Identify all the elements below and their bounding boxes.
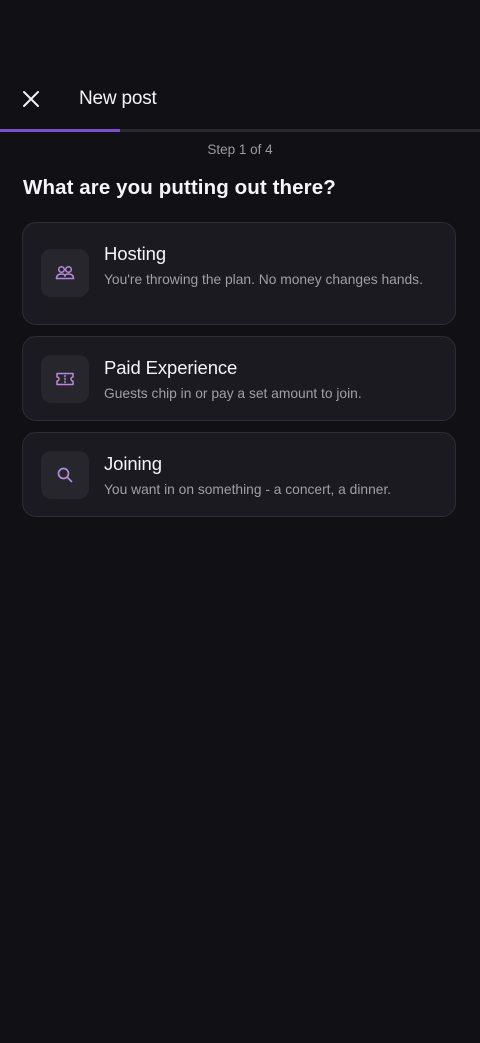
question-heading: What are you putting out there?	[23, 176, 336, 199]
hosting-icon-tile	[41, 249, 89, 297]
joining-icon-tile	[41, 451, 89, 499]
progress-bar	[0, 129, 480, 132]
option-joining[interactable]: Joining You want in on something - a con…	[22, 432, 456, 517]
people-icon	[55, 265, 75, 280]
close-button[interactable]	[14, 82, 48, 116]
progress-fill	[0, 129, 120, 132]
option-paid-experience[interactable]: Paid Experience Guests chip in or pay a …	[22, 336, 456, 421]
ticket-icon	[56, 372, 74, 386]
option-description: Guests chip in or pay a set amount to jo…	[104, 386, 362, 401]
option-title: Joining	[104, 453, 162, 474]
page-title: New post	[79, 88, 157, 109]
paid-experience-icon-tile	[41, 355, 89, 403]
top-bar: New post	[0, 78, 480, 120]
option-hosting[interactable]: Hosting You're throwing the plan. No mon…	[22, 222, 456, 325]
search-icon	[57, 467, 73, 483]
option-title: Paid Experience	[104, 357, 238, 378]
new-post-screen: New post Step 1 of 4 What are you puttin…	[0, 0, 480, 1043]
option-title: Hosting	[104, 243, 167, 264]
option-description: You want in on something - a concert, a …	[104, 482, 392, 497]
option-description: You're throwing the plan. No money chang…	[104, 272, 423, 287]
step-indicator: Step 1 of 4	[207, 142, 273, 157]
close-icon	[23, 91, 39, 107]
